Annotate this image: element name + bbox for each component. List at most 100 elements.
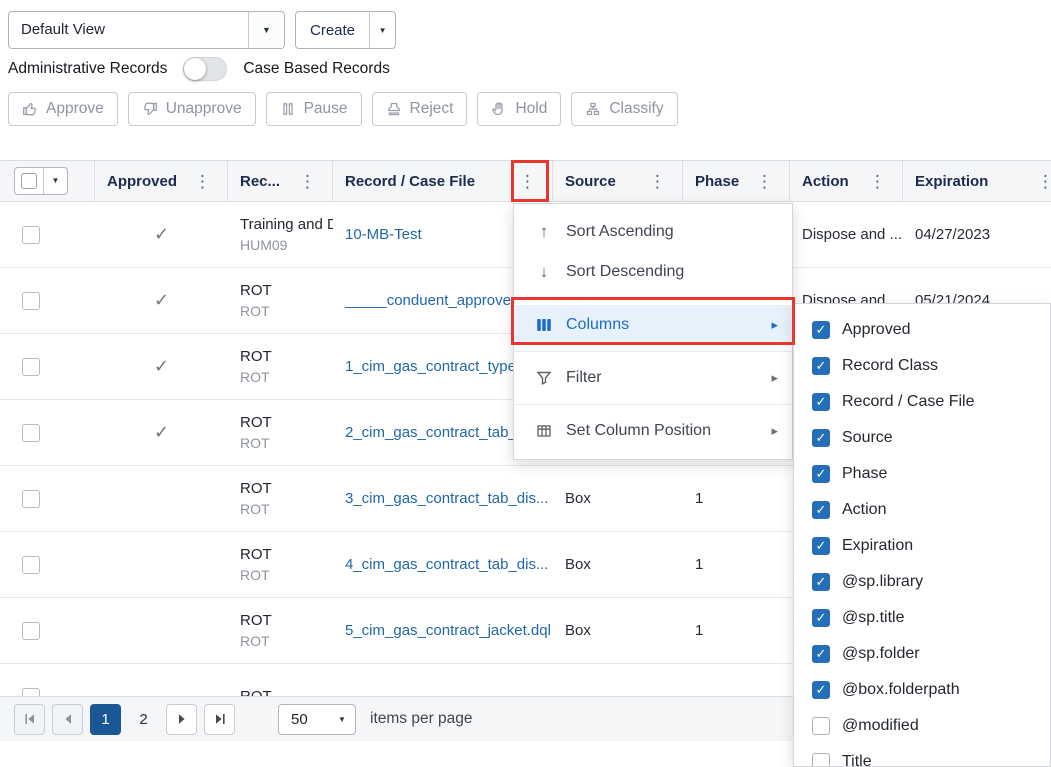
column-toggle-record-case-file[interactable]: ✓Record / Case File [794, 384, 1050, 420]
row-checkbox[interactable] [22, 424, 40, 442]
record-case-file-column-menu-icon[interactable]: ⋮ [519, 173, 536, 190]
column-header-record-case-file[interactable]: Record / Case File ⋮ [333, 161, 553, 201]
source-column-menu-icon[interactable]: ⋮ [649, 173, 666, 190]
approved-check-icon: ✓ [154, 224, 169, 245]
column-toggle-record-class[interactable]: ✓Record Class [794, 348, 1050, 384]
row-checkbox[interactable] [22, 358, 40, 376]
column-toggle-label: Title [842, 753, 872, 767]
column-toggle-source[interactable]: ✓Source [794, 420, 1050, 456]
row-checkbox[interactable] [22, 490, 40, 508]
checked-checkbox-icon[interactable]: ✓ [812, 645, 830, 663]
record-class-code: ROT [240, 499, 270, 519]
checked-checkbox-icon[interactable]: ✓ [812, 501, 830, 519]
checked-checkbox-icon[interactable]: ✓ [812, 429, 830, 447]
record-class-name: ROT [240, 611, 272, 631]
menu-item-set-column-position[interactable]: Set Column Position ▸ [514, 411, 792, 451]
column-header-source[interactable]: Source ⋮ [553, 161, 683, 201]
checked-checkbox-icon[interactable]: ✓ [812, 537, 830, 555]
menu-item-sort-descending[interactable]: ↓ Sort Descending [514, 252, 792, 292]
column-toggle-label: @sp.library [842, 573, 923, 591]
checked-checkbox-icon[interactable]: ✓ [812, 393, 830, 411]
unchecked-checkbox-icon[interactable] [812, 717, 830, 735]
columns-submenu-arrow-icon: ▸ [771, 317, 778, 333]
column-header-action[interactable]: Action ⋮ [790, 161, 903, 201]
column-toggle-modified[interactable]: @modified [794, 708, 1050, 744]
column-header-phase[interactable]: Phase ⋮ [683, 161, 790, 201]
create-split-button: Create ▼ [295, 11, 396, 49]
next-page-button[interactable] [166, 704, 197, 735]
first-page-button[interactable] [14, 704, 45, 735]
unapprove-label: Unapprove [166, 100, 242, 118]
row-checkbox[interactable] [22, 556, 40, 574]
create-dropdown-icon[interactable]: ▼ [369, 12, 395, 48]
approved-column-menu-icon[interactable]: ⋮ [194, 173, 211, 190]
row-checkbox[interactable] [22, 622, 40, 640]
column-toggle-title[interactable]: Title [794, 744, 1050, 767]
page-2-button[interactable]: 2 [128, 704, 159, 735]
select-all-checkbox[interactable] [21, 173, 37, 189]
record-class-column-menu-icon[interactable]: ⋮ [299, 173, 316, 190]
column-header-record-class[interactable]: Rec... ⋮ [228, 161, 333, 201]
menu-separator [514, 298, 792, 299]
column-toggle-label: @modified [842, 717, 919, 735]
select-all-control[interactable]: ▼ [14, 167, 68, 195]
select-all-dropdown-icon[interactable]: ▼ [43, 168, 67, 194]
approve-button[interactable]: Approve [8, 92, 118, 126]
pause-button[interactable]: Pause [266, 92, 362, 126]
previous-page-button[interactable] [52, 704, 83, 735]
classify-button[interactable]: Classify [571, 92, 677, 126]
column-toggle-sp-folder[interactable]: ✓@sp.folder [794, 636, 1050, 672]
row-checkbox[interactable] [22, 688, 40, 697]
expiration-column-menu-icon[interactable]: ⋮ [1037, 173, 1051, 190]
approved-check-icon: ✓ [154, 290, 169, 311]
column-toggle-phase[interactable]: ✓Phase [794, 456, 1050, 492]
menu-separator [514, 351, 792, 352]
column-toggle-action[interactable]: ✓Action [794, 492, 1050, 528]
pause-icon [280, 101, 296, 117]
classify-orgchart-icon [585, 101, 601, 117]
column-toggle-label: @box.folderpath [842, 681, 960, 699]
reject-button[interactable]: Reject [372, 92, 468, 126]
column-header-expiration[interactable]: Expiration ⋮ [903, 161, 1051, 201]
column-toggle-expiration[interactable]: ✓Expiration [794, 528, 1050, 564]
last-page-button[interactable] [204, 704, 235, 735]
checked-checkbox-icon[interactable]: ✓ [812, 681, 830, 699]
column-header-approved[interactable]: Approved ⋮ [95, 161, 228, 201]
action-column-menu-icon[interactable]: ⋮ [869, 173, 886, 190]
page-size-dropdown-icon[interactable]: ▼ [329, 715, 355, 724]
record-file-link[interactable]: 5_cim_gas_contract_jacket.dql [345, 622, 551, 639]
column-toggle-box-folderpath[interactable]: ✓ @box.folderpath [794, 672, 1050, 708]
row-checkbox[interactable] [22, 226, 40, 244]
records-grid-screen: Default View ▼ Create ▼ Administrative R… [0, 0, 1051, 767]
page-size-select[interactable]: 50 ▼ [278, 704, 356, 735]
menu-item-sort-ascending[interactable]: ↑ Sort Ascending [514, 212, 792, 252]
menu-item-columns[interactable]: Columns ▸ [514, 305, 792, 345]
unchecked-checkbox-icon[interactable] [812, 753, 830, 767]
records-mode-toggle[interactable] [183, 57, 227, 81]
phase-column-menu-icon[interactable]: ⋮ [756, 173, 773, 190]
create-button[interactable]: Create [296, 12, 369, 48]
unapprove-button[interactable]: Unapprove [128, 92, 256, 126]
checked-checkbox-icon[interactable]: ✓ [812, 321, 830, 339]
record-file-link[interactable]: _____conduent_approve [345, 292, 511, 309]
view-selector[interactable]: Default View ▼ [8, 11, 285, 49]
checked-checkbox-icon[interactable]: ✓ [812, 465, 830, 483]
record-file-link[interactable]: 2_cim_gas_contract_tab_ [345, 424, 517, 441]
page-1-button[interactable]: 1 [90, 704, 121, 735]
record-file-link[interactable]: 4_cim_gas_contract_tab_dis... [345, 556, 548, 573]
column-toggle-sp-library[interactable]: ✓ @sp.library [794, 564, 1050, 600]
checked-checkbox-icon[interactable]: ✓ [812, 609, 830, 627]
chevron-down-icon[interactable]: ▼ [248, 12, 284, 48]
menu-item-filter[interactable]: Filter ▸ [514, 358, 792, 398]
column-toggle-approved[interactable]: ✓Approved [794, 312, 1050, 348]
hold-button[interactable]: Hold [477, 92, 561, 126]
record-file-link[interactable]: 1_cim_gas_contract_type [345, 358, 516, 375]
column-toggle-sp-title[interactable]: ✓@sp.title [794, 600, 1050, 636]
checked-checkbox-icon[interactable]: ✓ [812, 573, 830, 591]
row-checkbox[interactable] [22, 292, 40, 310]
phase-cell: 1 [683, 532, 790, 597]
checked-checkbox-icon[interactable]: ✓ [812, 357, 830, 375]
reject-stamp-icon [386, 101, 402, 117]
record-file-link[interactable]: 3_cim_gas_contract_tab_dis... [345, 490, 548, 507]
record-file-link[interactable]: 10-MB-Test [345, 226, 422, 243]
